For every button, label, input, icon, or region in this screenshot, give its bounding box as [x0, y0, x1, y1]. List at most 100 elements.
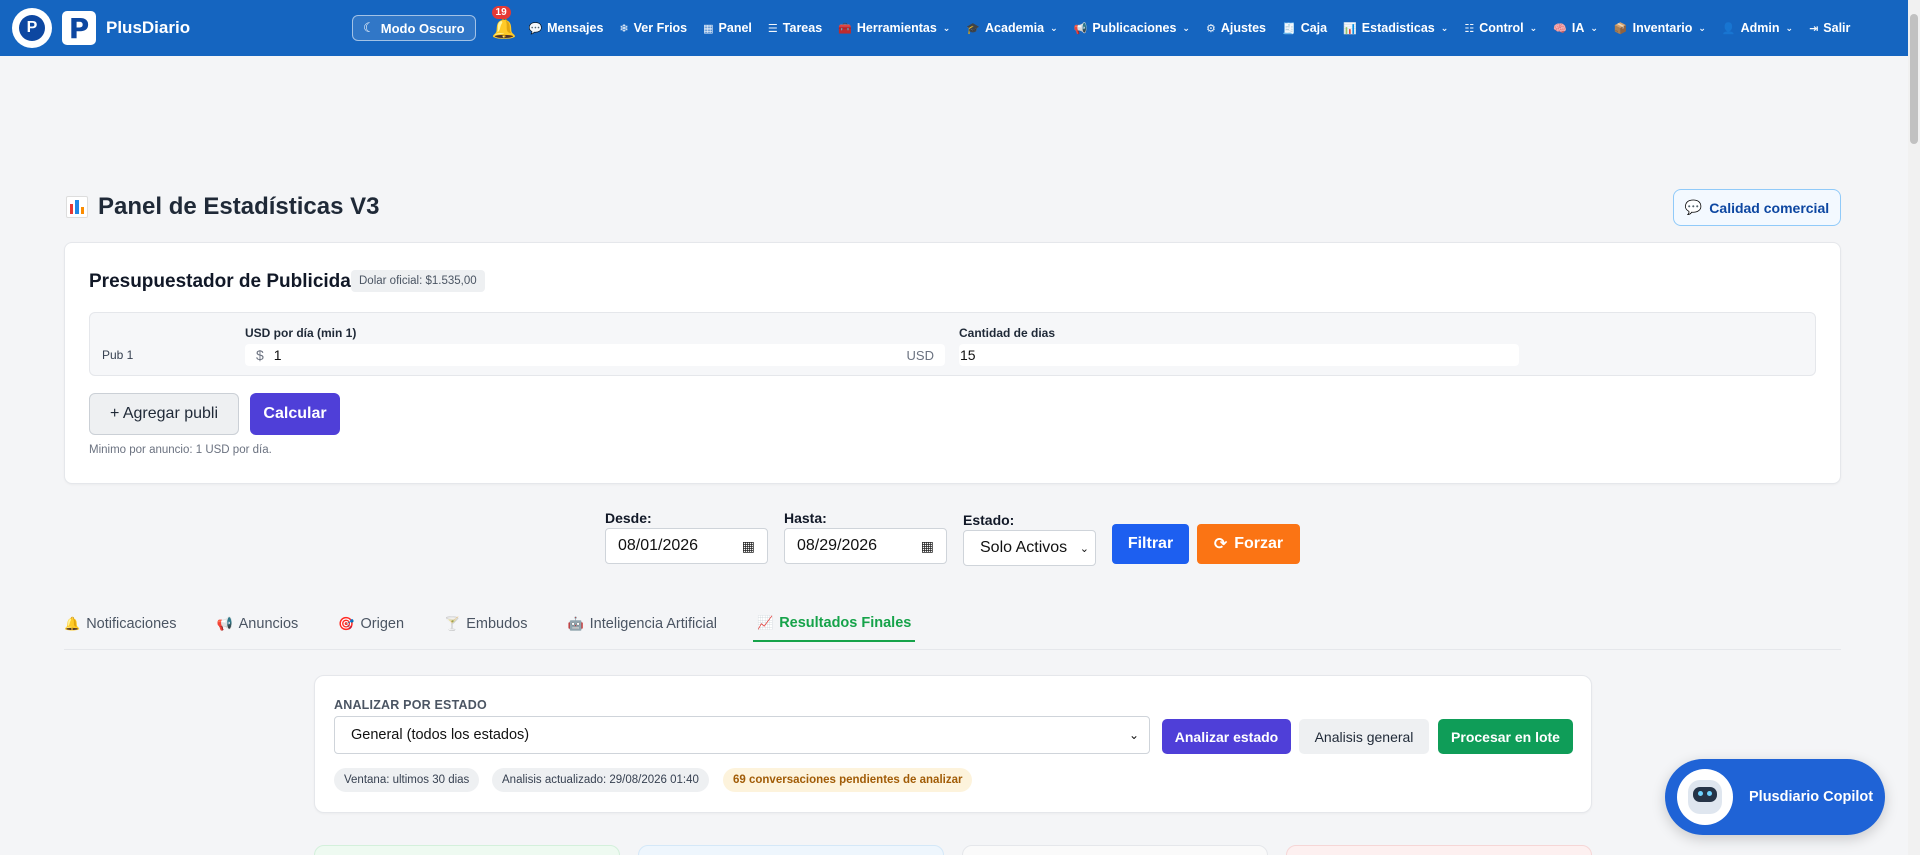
- nav-item-ia[interactable]: 🧠 IA ⌄: [1553, 21, 1598, 35]
- chevron-down-icon: ⌄: [1050, 22, 1058, 33]
- brand-logo[interactable]: P: [62, 11, 96, 45]
- nav-item-estadisticas[interactable]: 📊 Estadisticas ⌄: [1343, 21, 1448, 35]
- bar-chart-icon: [66, 196, 88, 218]
- chevron-down-icon: ⌄: [1785, 22, 1794, 33]
- panel-icon: ▦: [703, 22, 714, 35]
- nav-item-ajustes[interactable]: ⚙ Ajustes: [1206, 21, 1266, 35]
- nav-item-herramientas[interactable]: 🧰 Herramientas ⌄: [838, 21, 950, 35]
- nav-item-tareas[interactable]: ☰ Tareas: [768, 21, 822, 35]
- tab-embudos[interactable]: 🍸 Embudos: [444, 596, 527, 642]
- refresh-icon: ⟳: [1213, 536, 1228, 553]
- target-icon: 🎯: [338, 616, 355, 631]
- nav-item-panel[interactable]: ▦ Panel: [703, 21, 752, 35]
- analizar-estado-button[interactable]: Analizar estado: [1162, 719, 1291, 754]
- tab-label: Inteligencia Artificial: [589, 616, 717, 632]
- bar-chart-icon: 📊: [1343, 22, 1357, 35]
- result-card-3: [962, 845, 1268, 855]
- stats-tabs: 🔔 Notificaciones 📢 Anuncios 🎯 Origen 🍸 Embudos 🤖…: [64, 596, 1841, 650]
- boxes-icon: 📦: [1613, 22, 1628, 35]
- tab-label: Origen: [360, 616, 405, 632]
- desde-label: Desde:: [605, 510, 652, 526]
- calendar-icon[interactable]: ▦: [742, 538, 755, 555]
- tab-anuncios[interactable]: 📢 Anuncios: [216, 596, 298, 642]
- scrollbar-thumb[interactable]: [1910, 14, 1918, 144]
- tab-origen[interactable]: 🎯 Origen: [338, 596, 404, 642]
- nav-item-academia[interactable]: 🎓 Academia ⌄: [966, 21, 1057, 35]
- pub-label: Pub 1: [102, 348, 134, 362]
- nav-item-admin[interactable]: 👤 Admin ⌄: [1722, 21, 1793, 35]
- analisis-general-button[interactable]: Analisis general: [1299, 719, 1429, 754]
- nav-item-salir[interactable]: ⇥ Salir: [1809, 21, 1850, 35]
- calcular-button[interactable]: Calcular: [250, 393, 340, 435]
- trend-chart-icon: 📈: [757, 615, 774, 630]
- forzar-label: Forzar: [1234, 535, 1284, 552]
- dias-input[interactable]: 15: [959, 344, 1519, 366]
- procesar-lote-button[interactable]: Procesar en lote: [1438, 719, 1573, 754]
- nav-item-control[interactable]: ☷ Control ⌄: [1464, 21, 1537, 35]
- nav-menu: 💬 Mensajes ❄ Ver Frios ▦ Panel ☰ Tareas 🧰 Herrami…: [528, 21, 1866, 35]
- hasta-label: Hasta:: [784, 510, 827, 526]
- nav-item-label: Estadisticas: [1361, 21, 1435, 35]
- hasta-date-input[interactable]: 08/29/2026 ▦: [784, 528, 947, 564]
- nav-item-caja[interactable]: 🧾 Caja: [1282, 21, 1327, 35]
- calidad-comercial-button[interactable]: 💬 Calidad comercial: [1673, 189, 1841, 226]
- nav-item-label: Publicaciones: [1092, 21, 1177, 35]
- estado-select[interactable]: Solo Activos ⌄: [963, 530, 1096, 566]
- nav-item-label: Admin: [1740, 21, 1780, 35]
- chevron-down-icon: ⌄: [1698, 22, 1706, 33]
- avatar-initial: P: [19, 15, 45, 41]
- user-avatar[interactable]: P: [12, 8, 52, 48]
- usd-unit: USD: [906, 347, 934, 363]
- tasks-icon: ☰: [767, 22, 778, 35]
- tab-resultados-finales[interactable]: 📈 Resultados Finales: [753, 596, 916, 642]
- forzar-button[interactable]: ⟳ Forzar: [1197, 524, 1300, 564]
- nav-item-publicaciones[interactable]: 📢 Publicaciones ⌄: [1074, 21, 1190, 35]
- chevron-down-icon: ⌄: [1079, 542, 1089, 555]
- dias-value: 15: [960, 347, 976, 363]
- add-publi-button[interactable]: + Agregar publi: [89, 393, 239, 435]
- tab-inteligencia-artificial[interactable]: 🤖 Inteligencia Artificial: [567, 596, 717, 642]
- filtrar-button[interactable]: Filtrar: [1112, 524, 1189, 564]
- calidad-comercial-label: Calidad comercial: [1709, 199, 1830, 216]
- minimo-note: Minimo por anuncio: 1 USD por día.: [89, 444, 272, 456]
- dias-label: Cantidad de dias: [959, 326, 1056, 340]
- usd-per-day-input[interactable]: $ 1 USD: [245, 344, 945, 366]
- tab-label: Embudos: [466, 616, 528, 632]
- hasta-value: 08/29/2026: [797, 537, 878, 554]
- copilot-button[interactable]: Plusdiario Copilot: [1665, 759, 1885, 835]
- page-title: Panel de Estadísticas V3: [66, 193, 379, 221]
- budget-title: Presupuestador de Publicidad: [89, 271, 363, 292]
- calendar-icon[interactable]: ▦: [921, 538, 934, 555]
- nav-item-mensajes[interactable]: 💬 Mensajes: [528, 21, 603, 35]
- result-card-4: [1286, 845, 1592, 855]
- brain-icon: 🧠: [1553, 22, 1567, 35]
- comments-icon: 💬: [1684, 199, 1703, 215]
- desde-date-input[interactable]: 08/01/2026 ▦: [605, 528, 768, 564]
- nav-item-label: Panel: [718, 21, 752, 35]
- nav-item-inventario[interactable]: 📦 Inventario ⌄: [1614, 21, 1706, 35]
- chevron-down-icon: ⌄: [1529, 22, 1538, 33]
- nav-item-label: Ajustes: [1220, 21, 1266, 35]
- result-card-2: [638, 845, 944, 855]
- dark-mode-button[interactable]: ☾ Modo Oscuro: [352, 15, 476, 41]
- pub-row: Pub 1 USD por día (min 1) $ 1 USD Cantid…: [89, 312, 1816, 376]
- notification-count-badge: 19: [491, 5, 511, 19]
- chevron-down-icon: ⌄: [942, 22, 951, 33]
- tab-label: Notificaciones: [86, 616, 177, 632]
- dolar-oficial-badge: Dolar oficial: $1.535,00: [351, 270, 485, 292]
- tab-notificaciones[interactable]: 🔔 Notificaciones: [64, 596, 176, 642]
- chevron-down-icon: ⌄: [1440, 22, 1449, 33]
- page-scrollbar[interactable]: [1908, 0, 1920, 855]
- notifications-bell[interactable]: 🔔 19: [491, 5, 517, 41]
- robot-icon: 🤖: [567, 616, 584, 631]
- brand-name[interactable]: PlusDiario: [106, 18, 190, 38]
- bell-icon: 🔔: [491, 17, 517, 40]
- graduation-cap-icon: 🎓: [966, 22, 981, 35]
- nav-item-ver frios[interactable]: ❄ Ver Frios: [619, 21, 687, 35]
- chevron-down-icon: ⌄: [1182, 22, 1190, 33]
- moon-icon: ☾: [363, 20, 375, 35]
- gear-icon: ⚙: [1205, 22, 1216, 35]
- sliders-icon: ☷: [1464, 22, 1475, 35]
- chevron-down-icon: ⌄: [1128, 728, 1139, 742]
- estado-analysis-select[interactable]: General (todos los estados) ⌄: [334, 716, 1150, 754]
